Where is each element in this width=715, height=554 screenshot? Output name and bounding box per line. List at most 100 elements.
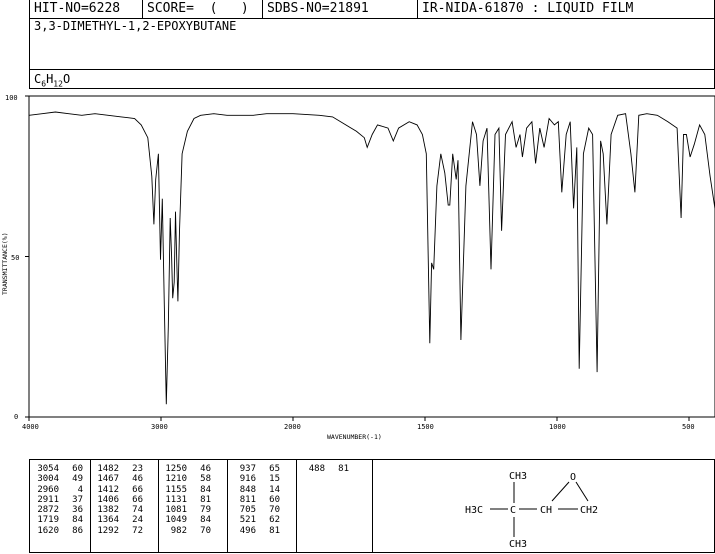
peak-transmittance: 23 bbox=[132, 464, 143, 474]
peak-wavenumber: 1292 bbox=[97, 525, 119, 536]
peak-transmittance: 70 bbox=[269, 505, 280, 516]
x-tick-4000: 4000 bbox=[22, 423, 39, 431]
peak-transmittance: 65 bbox=[269, 464, 280, 474]
peak-wavenumber: 1131 bbox=[165, 494, 187, 505]
peak-wavenumber: 811 bbox=[239, 494, 256, 505]
peak-column-3: 1250 46 1210 58 1155 84 1131 81 1081 79 1049 84 982 7… bbox=[158, 460, 228, 552]
peak-row: 488 81 bbox=[296, 464, 372, 474]
peak-transmittance: 49 bbox=[72, 474, 83, 485]
peak-wavenumber: 1155 bbox=[165, 484, 187, 495]
peak-table: 3054 60 3004 49 2960 4 2911 37 2872 36 1719 84 1620 8… bbox=[29, 459, 373, 553]
peak-transmittance: 24 bbox=[132, 515, 143, 526]
chemical-structure: CH3 H3C C CH CH2 O CH3 bbox=[465, 471, 598, 550]
peak-wavenumber: 521 bbox=[239, 515, 256, 526]
peak-transmittance: 84 bbox=[200, 515, 211, 526]
struct-ch3-bottom: CH3 bbox=[509, 539, 527, 550]
peak-row: 496 81 bbox=[227, 526, 296, 536]
peak-transmittance: 72 bbox=[132, 525, 143, 536]
y-tick-50: 50 bbox=[11, 254, 19, 262]
struct-h3c: H3C bbox=[465, 505, 483, 516]
peak-row: 937 65 bbox=[227, 464, 296, 474]
axis-ticks bbox=[25, 95, 690, 421]
struct-ch3-top: CH3 bbox=[509, 471, 527, 482]
spectrum-line bbox=[28, 111, 715, 405]
peak-transmittance: 37 bbox=[72, 494, 83, 505]
y-tick-100: 100 bbox=[5, 94, 18, 102]
peak-transmittance: 46 bbox=[200, 464, 211, 474]
peak-transmittance: 84 bbox=[72, 515, 83, 526]
x-tick-500: 500 bbox=[682, 423, 695, 431]
structure-box: CH3 H3C C CH CH2 O CH3 bbox=[372, 459, 715, 553]
peak-row: 1482 23 bbox=[90, 464, 158, 474]
peak-wavenumber: 1406 bbox=[97, 494, 119, 505]
y-tick-0: 0 bbox=[14, 413, 18, 421]
peak-transmittance: 70 bbox=[200, 525, 211, 536]
peak-row: 2872 36 bbox=[30, 505, 90, 515]
plot-frame bbox=[28, 95, 715, 418]
peak-wavenumber: 1210 bbox=[165, 474, 187, 485]
peak-transmittance: 15 bbox=[269, 474, 280, 485]
peak-wavenumber: 705 bbox=[239, 505, 256, 516]
peak-row: 1292 72 bbox=[90, 526, 158, 536]
peak-row: 1467 46 bbox=[90, 474, 158, 484]
peak-wavenumber: 937 bbox=[239, 464, 256, 474]
peak-row: 1210 58 bbox=[158, 474, 227, 484]
peak-row: 1412 66 bbox=[90, 485, 158, 495]
peak-transmittance: 66 bbox=[132, 494, 143, 505]
peak-row: 1250 46 bbox=[158, 464, 227, 474]
peak-wavenumber: 982 bbox=[170, 525, 187, 536]
peak-row: 1382 74 bbox=[90, 505, 158, 515]
peak-wavenumber: 1049 bbox=[165, 515, 187, 526]
peak-row: 982 70 bbox=[158, 526, 227, 536]
peak-transmittance: 58 bbox=[200, 474, 211, 485]
x-tick-1000: 1000 bbox=[549, 423, 566, 431]
peak-row: 1155 84 bbox=[158, 485, 227, 495]
peak-row: 1620 86 bbox=[30, 526, 90, 536]
peak-wavenumber: 2911 bbox=[37, 494, 59, 505]
peak-column-2: 1482 23 1467 46 1412 66 1406 66 1382 74 1364 24 1292… bbox=[90, 460, 159, 552]
peak-wavenumber: 3004 bbox=[37, 474, 59, 485]
peak-transmittance: 81 bbox=[269, 525, 280, 536]
peak-transmittance: 84 bbox=[200, 484, 211, 495]
struct-ch: CH bbox=[540, 505, 552, 516]
peak-wavenumber: 496 bbox=[239, 525, 256, 536]
peak-transmittance: 46 bbox=[132, 474, 143, 485]
peak-wavenumber: 1081 bbox=[165, 505, 187, 516]
peak-row: 1049 84 bbox=[158, 515, 227, 525]
x-tick-2000: 2000 bbox=[284, 423, 301, 431]
peak-row: 705 70 bbox=[227, 505, 296, 515]
peak-transmittance: 4 bbox=[77, 484, 83, 495]
peak-row: 1364 24 bbox=[90, 515, 158, 525]
peak-wavenumber: 1620 bbox=[37, 525, 59, 536]
peak-column-5: 488 81 bbox=[296, 460, 372, 552]
peak-wavenumber: 2872 bbox=[37, 505, 59, 516]
peak-row: 1131 81 bbox=[158, 495, 227, 505]
peak-row: 848 14 bbox=[227, 485, 296, 495]
peak-row: 1081 79 bbox=[158, 505, 227, 515]
struct-ch2: CH2 bbox=[580, 505, 598, 516]
peak-wavenumber: 848 bbox=[239, 484, 256, 495]
peak-row: 3004 49 bbox=[30, 474, 90, 484]
x-axis-label: WAVENUMBER(-1) bbox=[327, 433, 382, 441]
peak-row: 811 60 bbox=[227, 495, 296, 505]
ir-spectrum-chart: 100 50 0 4000 3000 2000 1500 1000 500 WA… bbox=[1, 94, 715, 441]
peak-row: 521 62 bbox=[227, 515, 296, 525]
peak-transmittance: 74 bbox=[132, 505, 143, 516]
peak-transmittance: 60 bbox=[269, 494, 280, 505]
y-axis-label: TRANSMITTANCE(%) bbox=[1, 232, 9, 295]
peak-row: 1719 84 bbox=[30, 515, 90, 525]
peak-wavenumber: 1382 bbox=[97, 505, 119, 516]
peak-wavenumber: 488 bbox=[308, 464, 325, 474]
peak-wavenumber: 1482 bbox=[97, 464, 119, 474]
peak-wavenumber: 1412 bbox=[97, 484, 119, 495]
peak-transmittance: 66 bbox=[132, 484, 143, 495]
peak-wavenumber: 916 bbox=[239, 474, 256, 485]
peak-wavenumber: 1364 bbox=[97, 515, 119, 526]
structure-bonds bbox=[490, 481, 589, 537]
peak-column-4: 937 65 916 15 848 14 811 60 705 70 521 62 496 81 bbox=[227, 460, 297, 552]
peak-transmittance: 81 bbox=[200, 494, 211, 505]
peak-transmittance: 81 bbox=[338, 464, 349, 474]
peak-column-1: 3054 60 3004 49 2960 4 2911 37 2872 36 1719 84 1620 8… bbox=[30, 460, 91, 552]
struct-c: C bbox=[510, 505, 516, 516]
peak-wavenumber: 1250 bbox=[165, 464, 187, 474]
